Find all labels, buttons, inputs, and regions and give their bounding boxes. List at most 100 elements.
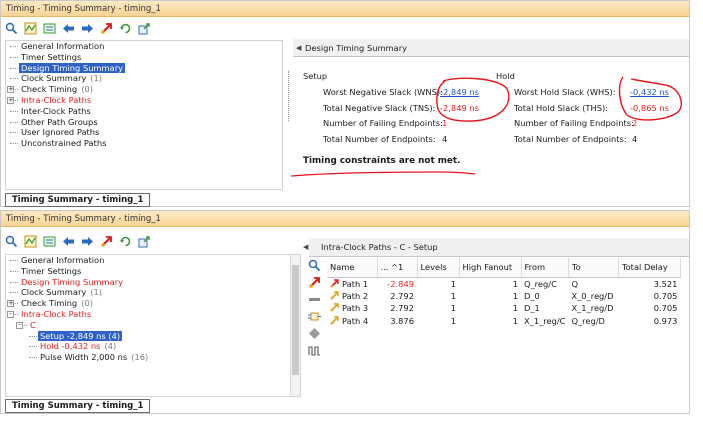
wns-label: Worst Negative Slack (WNS): [323,87,443,97]
cell-levels: 1 [417,290,459,303]
export-icon[interactable] [138,235,151,248]
ths-value: -0,865 ns [630,103,669,113]
tree-item-c[interactable]: -C [6,320,300,331]
hold-failing-label: Number of Failing Endpoints: [514,118,634,128]
tree-item-general-information[interactable]: General Information [6,255,300,266]
splitter[interactable] [288,71,289,121]
back-arrow-icon[interactable] [62,235,75,248]
cell-levels: 1 [417,315,459,328]
tree-item-timer-settings[interactable]: Timer Settings [6,266,300,277]
cell-to: Q_reg/D [568,315,618,328]
cell-value: 0.705 [653,290,678,301]
collapse-arrow-icon[interactable]: ◀ [303,238,308,257]
tab-timing-summary[interactable]: Timing Summary - timing_1 [5,399,151,413]
tree-item-user-ignored-paths[interactable]: User Ignored Paths [6,127,282,138]
compare-icon[interactable] [43,235,56,248]
tree-item-design-timing-summary[interactable]: Design Timing Summary [6,277,300,288]
annotation-circle-hold [618,76,683,121]
path-icon [330,291,339,300]
tree-item-clock-summary[interactable]: Clock Summary (1) [6,287,300,298]
column-header-1[interactable]: ... ^1 [377,258,418,278]
tree-item-pulse-width-2-000-ns[interactable]: Pulse Width 2,000 ns (16) [6,352,300,363]
tree-item-check-timing[interactable]: + Check Timing (0) [6,298,300,309]
red-path-icon[interactable] [100,235,113,248]
search-icon[interactable] [5,22,18,35]
red-path-icon[interactable] [308,276,321,289]
tree-item-label: Timer Settings [21,265,82,276]
tree-item-check-timing[interactable]: + Check Timing (0) [6,84,282,95]
cell-value: -2.849 [387,278,414,289]
tree-item-label: Check Timing [21,84,78,95]
tree-item-setup-2-849-ns-4[interactable]: Setup -2,849 ns (4) [6,330,300,342]
scroll-thumb[interactable] [292,265,299,375]
toolbar [5,18,151,38]
diamond-icon[interactable] [308,327,321,340]
refresh-icon[interactable] [119,235,132,248]
collapse-icon[interactable]: - [16,321,23,329]
search-icon[interactable] [5,235,18,248]
forward-arrow-icon[interactable] [81,22,94,35]
tree-item-intra-clock-paths[interactable]: + Intra-Clock Paths [6,95,282,106]
tree-item-timer-settings[interactable]: Timer Settings [6,52,282,63]
cell-value: 1 [450,315,456,326]
back-arrow-icon[interactable] [62,22,75,35]
expand-icon[interactable]: + [7,86,14,94]
timing-report-icon[interactable] [24,235,37,248]
path-icon [330,316,339,325]
export-icon[interactable] [138,22,151,35]
tree-item-label: General Information [21,41,105,51]
content-header: ◀ Intra-Clock Paths - C - Setup [303,238,689,257]
table-row[interactable]: Path 1 -2.849 1 1 Q_reg/C Q 3.521 [327,277,680,290]
waveform-icon[interactable] [307,344,321,357]
table-row[interactable]: Path 4 3.876 1 1 X_1_reg/C Q_reg/D 0.973 [327,315,680,328]
expand-icon[interactable]: + [7,300,14,308]
column-header-high-fanout[interactable]: High Fanout [459,258,522,278]
tree-scrollbar[interactable] [290,255,300,396]
tree-item-count: (4) [104,341,117,352]
compare-icon[interactable] [43,22,56,35]
search-icon[interactable] [308,259,321,272]
cell-fanout: 1 [459,302,521,315]
collapse-arrow-icon[interactable]: ◀ [296,39,301,57]
red-path-icon[interactable] [100,22,113,35]
collapse-icon[interactable] [308,293,321,306]
tab-timing-summary[interactable]: Timing Summary - timing_1 [5,193,151,207]
tree-item-other-path-groups[interactable]: Other Path Groups [6,117,282,128]
column-header-to[interactable]: To [568,258,619,278]
column-header-levels[interactable]: Levels [417,258,460,278]
tree-item-intra-clock-paths[interactable]: - Intra-Clock Paths [6,309,300,320]
forward-arrow-icon[interactable] [81,235,94,248]
setup-failing-value: 1 [442,118,448,128]
tree-item-clock-summary[interactable]: Clock Summary (1) [6,73,282,84]
collapse-icon[interactable]: - [7,310,14,318]
table-row[interactable]: Path 3 2.792 1 1 D_1 X_1_reg/D 0.705 [327,302,680,315]
tree-item-count: (1) [90,73,103,84]
refresh-icon[interactable] [119,22,132,35]
tree-item-count: (16) [131,352,149,363]
column-header-name[interactable]: Name [327,258,378,278]
tree-item-unconstrained-paths[interactable]: Unconstrained Paths [6,138,282,149]
tree-connector [10,143,18,145]
setup-total-value: 4 [442,134,448,144]
tree-item-design-timing-summary[interactable]: Design Timing Summary [6,62,282,74]
column-header-from[interactable]: From [521,258,569,278]
tree-item-label: Clock Summary [21,287,87,298]
tree-item-general-information[interactable]: General Information [6,41,282,52]
setup-heading: Setup [303,71,328,81]
tns-label: Total Negative Slack (TNS): [323,103,436,113]
table-row[interactable]: Path 2 2.792 1 1 D_0 X_0_reg/D 0.705 [327,290,680,303]
schematic-icon[interactable] [307,310,321,323]
panel-title: Timing - Timing Summary - timing_1 [1,1,689,17]
tree-item-hold-0-432-ns[interactable]: Hold -0,432 ns (4) [6,341,300,352]
tree-connector [10,281,18,283]
expand-icon[interactable]: + [7,96,14,104]
cell-to: X_0_reg/D [568,290,618,303]
cell-name: Path 3 [327,302,377,315]
wns-value[interactable]: -2,849 ns [440,87,479,97]
timing-report-icon[interactable] [24,22,37,35]
tree-connector [29,346,37,348]
tree-item-inter-clock-paths[interactable]: Inter-Clock Paths [6,106,282,117]
whs-value[interactable]: -0,432 ns [630,87,669,97]
cell-value: Q_reg/D [571,315,605,326]
column-header-total-delay[interactable]: Total Delay [618,258,681,278]
